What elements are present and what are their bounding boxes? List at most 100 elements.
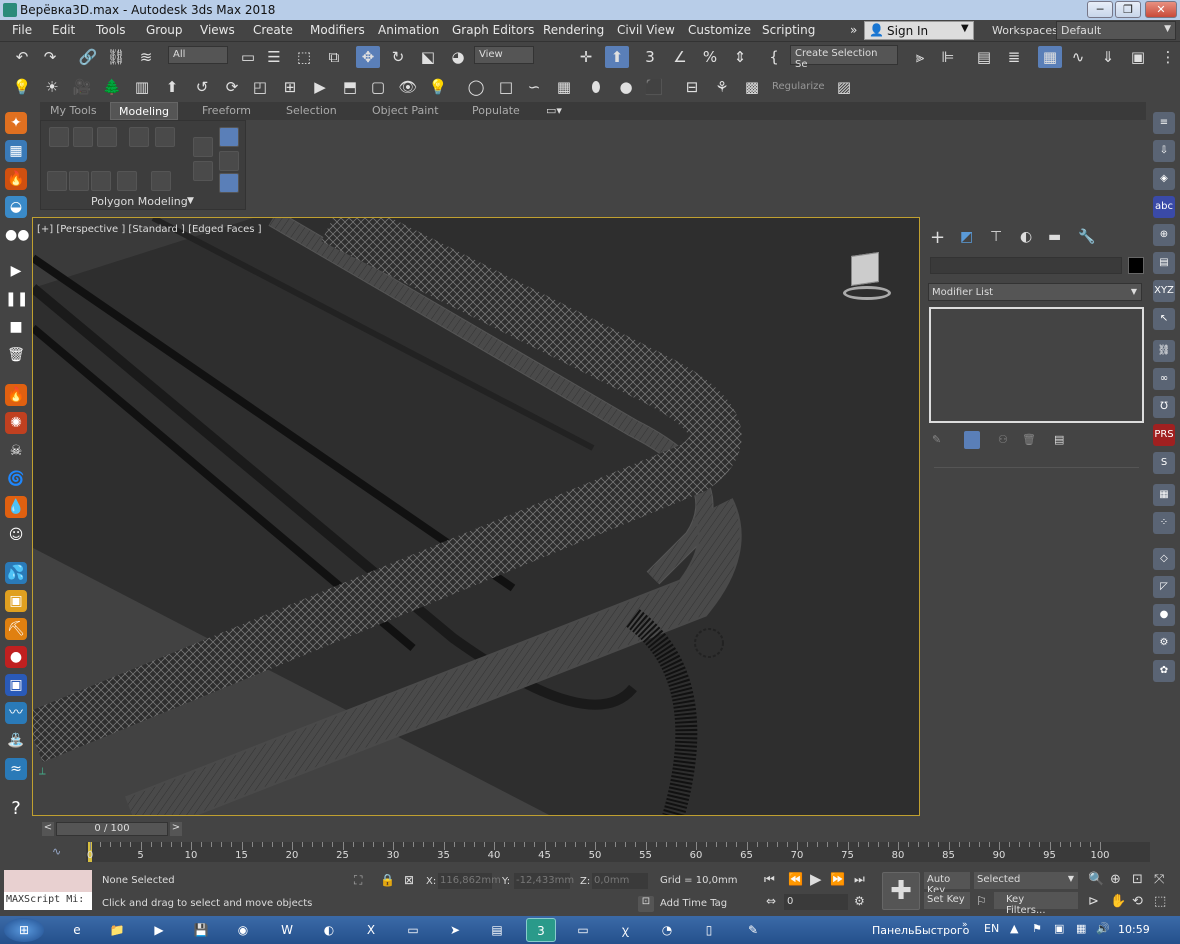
- box-icon[interactable]: ⬒: [338, 76, 362, 98]
- select-by-name-icon[interactable]: ☰: [262, 46, 286, 68]
- rotate-icon[interactable]: ↻: [386, 46, 410, 68]
- volume-icon[interactable]: 🔊: [1096, 922, 1110, 935]
- menu-overflow[interactable]: »: [850, 23, 857, 37]
- time-slider[interactable]: 0 / 100: [56, 822, 168, 836]
- align-icon[interactable]: ⊫: [936, 46, 960, 68]
- selection-filter-dropdown[interactable]: All: [168, 46, 228, 64]
- show-end-result-icon[interactable]: [964, 431, 980, 449]
- tab-populate[interactable]: Populate: [472, 104, 520, 117]
- script-icon[interactable]: ▣: [5, 674, 27, 696]
- prs-icon[interactable]: PRS: [1153, 424, 1175, 446]
- scale-icon[interactable]: ⬕: [416, 46, 440, 68]
- grid-panel-icon[interactable]: ▦: [5, 140, 27, 162]
- checker-icon[interactable]: ▨: [832, 76, 856, 98]
- tree-icon[interactable]: 🌲: [100, 76, 124, 98]
- edge-icon[interactable]: [73, 127, 93, 147]
- viewport-label[interactable]: [+] [Perspective ] [Standard ] [Edged Fa…: [37, 224, 262, 235]
- fov-icon[interactable]: ⊳: [1088, 894, 1099, 909]
- zoom-extents-icon[interactable]: ⊡: [1132, 872, 1143, 887]
- modify-mode-icon[interactable]: [219, 127, 239, 147]
- firefox-icon[interactable]: ◉: [228, 918, 258, 942]
- menu-graph-editors[interactable]: Graph Editors: [452, 23, 534, 37]
- cube-icon[interactable]: [851, 252, 879, 286]
- arrow-up-icon[interactable]: ⬆: [160, 76, 184, 98]
- polygon-icon[interactable]: [129, 127, 149, 147]
- window-crossing-icon[interactable]: ⧉: [322, 46, 346, 68]
- create-panel-icon[interactable]: ✦: [5, 112, 27, 134]
- texture-map-icon[interactable]: ▤: [1153, 252, 1175, 274]
- menu-views[interactable]: Views: [200, 23, 235, 37]
- element-icon[interactable]: [155, 127, 175, 147]
- rope-icon[interactable]: ≡: [1153, 112, 1175, 134]
- abc-icon[interactable]: abc: [1153, 196, 1175, 218]
- texture-icon[interactable]: ▩: [740, 76, 764, 98]
- skull-icon[interactable]: ☠: [5, 440, 27, 462]
- menu-customize[interactable]: Customize: [688, 23, 751, 37]
- hierarchy-tab-icon[interactable]: ⊤: [990, 229, 1002, 245]
- maximize-viewport-icon[interactable]: ⬚: [1154, 894, 1166, 909]
- menu-tools[interactable]: Tools: [96, 23, 126, 37]
- xyz-icon[interactable]: XYZ: [1153, 280, 1175, 302]
- cursor-icon[interactable]: ↖: [1153, 308, 1175, 330]
- percent-snap-icon[interactable]: %: [698, 46, 722, 68]
- app-icon[interactable]: ◐: [314, 918, 344, 942]
- grow-icon[interactable]: [47, 171, 67, 191]
- placement-icon[interactable]: ◕: [446, 46, 470, 68]
- grid-c-icon[interactable]: ▦: [1153, 484, 1175, 506]
- mesh-icon[interactable]: ◈: [1153, 168, 1175, 190]
- explosion-icon[interactable]: ✺: [5, 412, 27, 434]
- time-tag-icon[interactable]: ⊡: [638, 896, 654, 912]
- create-tab-icon[interactable]: +: [930, 227, 945, 248]
- spiral-icon[interactable]: 🌀: [5, 468, 27, 490]
- media-icon[interactable]: ▶: [144, 918, 174, 942]
- explorer-icon[interactable]: 📁: [102, 918, 132, 942]
- curve-editor-icon[interactable]: ∿: [1066, 46, 1090, 68]
- current-frame-field[interactable]: 0: [784, 894, 848, 910]
- z-field[interactable]: 0,0mm: [592, 873, 648, 889]
- make-unique-icon[interactable]: ⚇: [998, 433, 1008, 446]
- snaps-icon[interactable]: 3: [638, 46, 662, 68]
- menu-group[interactable]: Group: [146, 23, 183, 37]
- object-color-swatch[interactable]: [1128, 257, 1144, 274]
- lock-icon[interactable]: 🔒: [380, 873, 395, 887]
- restore-button[interactable]: ❐: [1115, 1, 1141, 18]
- select-manipulate-icon[interactable]: ⬆: [605, 46, 629, 68]
- select-object-icon[interactable]: ▭: [236, 46, 260, 68]
- similar-icon[interactable]: [151, 171, 171, 191]
- ring-icon[interactable]: [117, 171, 137, 191]
- chevron-down-icon[interactable]: ▼: [187, 196, 194, 206]
- plane-icon[interactable]: ◇: [1153, 548, 1175, 570]
- loop-knot-icon[interactable]: ℧: [1153, 396, 1175, 418]
- wave-icon[interactable]: 〰: [5, 702, 27, 724]
- sphere-icon[interactable]: ●: [1153, 604, 1175, 626]
- play-animation-icon[interactable]: ▶: [810, 870, 822, 888]
- undo-icon[interactable]: ↶: [10, 46, 34, 68]
- minimize-button[interactable]: ─: [1087, 1, 1113, 18]
- hierarchy-icon[interactable]: ⊟: [680, 76, 704, 98]
- toolbar-expand-icon[interactable]: »: [962, 920, 968, 930]
- tab-modeling[interactable]: Modeling: [110, 102, 179, 120]
- lasso-icon[interactable]: ∽: [522, 76, 546, 98]
- lang-indicator[interactable]: EN: [984, 922, 999, 935]
- utilities-tab-icon[interactable]: 🔧: [1078, 229, 1095, 245]
- schematic-view-icon[interactable]: ⇓: [1096, 46, 1120, 68]
- object-name-field[interactable]: [930, 257, 1122, 274]
- fountain-icon[interactable]: ⛲: [5, 730, 27, 752]
- goto-end-icon[interactable]: ⏭: [854, 872, 865, 887]
- link-chain-icon[interactable]: ⛓: [1153, 340, 1175, 362]
- menu-rendering[interactable]: Rendering: [543, 23, 604, 37]
- material-editor-icon[interactable]: ▣: [1126, 46, 1150, 68]
- glasses-icon[interactable]: ∞: [1153, 368, 1175, 390]
- rotate-arrow-icon[interactable]: ↺: [190, 76, 214, 98]
- y-field[interactable]: -12,433mm: [514, 873, 574, 889]
- key-mode-icon[interactable]: ⇔: [766, 894, 776, 908]
- panel-label[interactable]: Polygon Modeling: [91, 195, 188, 208]
- excel-icon[interactable]: X: [356, 918, 386, 942]
- download-icon[interactable]: ⇩: [1153, 140, 1175, 162]
- tray-up-icon[interactable]: ▲: [1010, 922, 1018, 935]
- goto-start-icon[interactable]: ⏮: [764, 872, 775, 887]
- rect-selection-icon[interactable]: ⬚: [292, 46, 316, 68]
- stack-icon[interactable]: [193, 137, 213, 157]
- frame-icon[interactable]: ▢: [366, 76, 390, 98]
- x-field[interactable]: 116,862mm: [438, 873, 501, 889]
